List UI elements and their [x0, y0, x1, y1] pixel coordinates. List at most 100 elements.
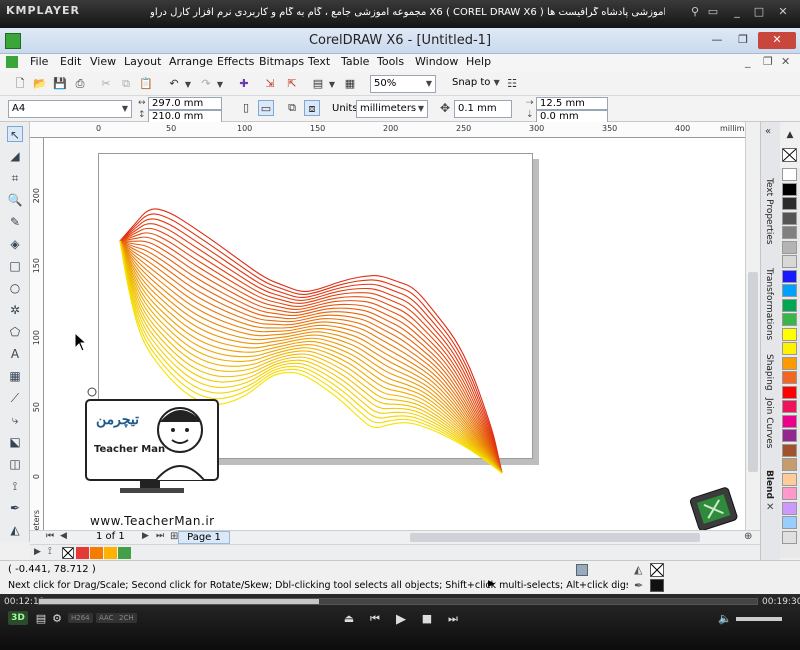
palette-swatch[interactable] [782, 385, 797, 399]
docker-tab-blend[interactable]: Blend [764, 470, 774, 499]
open-folder-icon[interactable]: 📂 [32, 76, 48, 92]
export-icon[interactable]: ⇱ [284, 76, 300, 92]
previous-page-icon[interactable]: ◀ [60, 531, 67, 541]
window-close-button[interactable]: ✕ [758, 32, 796, 49]
last-page-icon[interactable]: ⏭ [156, 531, 164, 541]
doc-palette-swatch[interactable] [76, 547, 89, 559]
snap-to-button[interactable]: Snap to ▼ [452, 77, 500, 88]
connector-tool-icon[interactable]: ⤷ [7, 412, 23, 428]
shape-tool-icon[interactable]: ◢ [7, 148, 23, 164]
window-restore-button[interactable]: ❐ [730, 32, 756, 49]
polygon-tool-icon[interactable]: ✲ [7, 302, 23, 318]
palette-swatch[interactable] [782, 211, 797, 225]
page-size-select[interactable]: A4 ▼ [8, 100, 132, 118]
palette-swatch[interactable] [782, 269, 797, 283]
palette-swatch[interactable] [782, 458, 797, 471]
palette-swatch[interactable] [782, 327, 797, 341]
save-icon[interactable]: 💾 [52, 76, 68, 92]
status-more-icon[interactable]: ▶ [488, 579, 495, 589]
palette-swatch[interactable] [782, 226, 797, 239]
palette-swatch[interactable] [782, 516, 797, 529]
page-width-input[interactable]: 297.0 mm [148, 97, 222, 110]
transparency-tool-icon[interactable]: ◫ [7, 456, 23, 472]
mdi-minimize-icon[interactable]: _ [745, 55, 751, 68]
palette-swatch[interactable] [782, 255, 797, 268]
search-content-icon[interactable]: ✚ [236, 76, 252, 92]
3d-badge[interactable]: 3D [8, 611, 28, 625]
doc-palette-swatch[interactable] [104, 547, 117, 559]
outline-pen-icon[interactable]: ✒ [7, 500, 23, 516]
player-minimize-button[interactable]: ▭ [706, 5, 720, 19]
doc-palette-swatch[interactable] [90, 547, 103, 559]
redo-dropdown-icon[interactable]: ▼ [212, 76, 228, 92]
palette-swatch[interactable] [782, 168, 797, 181]
seek-bar[interactable] [38, 598, 758, 605]
options-icon[interactable]: ☷ [504, 76, 520, 92]
zoom-tool-icon[interactable]: 🔍 [7, 192, 23, 208]
menu-tools[interactable]: Tools [377, 55, 404, 68]
landscape-icon[interactable]: ▭ [258, 100, 274, 116]
table-tool-icon[interactable]: ▦ [7, 368, 23, 384]
palette-swatch[interactable] [782, 356, 797, 370]
duplicate-distance-x-input[interactable]: 12.5 mm [536, 97, 608, 110]
palette-swatch[interactable] [782, 472, 797, 486]
palette-swatch[interactable] [782, 182, 797, 196]
palette-swatch[interactable] [782, 400, 797, 413]
next-track-icon[interactable]: ⏭ [444, 612, 462, 626]
docker-tab-join-curves[interactable]: Join Curves [764, 398, 774, 448]
previous-track-icon[interactable]: ⏮ [366, 612, 384, 626]
stop-icon[interactable]: ■ [418, 612, 436, 625]
eyedropper-tool-icon[interactable]: ⟟ [7, 478, 23, 494]
volume-icon[interactable]: 🔈 [716, 612, 734, 625]
undo-dropdown-icon[interactable]: ▼ [180, 76, 196, 92]
vertical-scrollbar[interactable] [745, 122, 760, 542]
ellipse-tool-icon[interactable]: ○ [7, 280, 23, 296]
palette-swatch[interactable] [782, 240, 797, 254]
first-page-icon[interactable]: ⏮ [46, 531, 54, 541]
menu-bitmaps[interactable]: Bitmaps [259, 55, 304, 68]
print-icon[interactable]: ⎙ [72, 76, 88, 92]
palette-swatch[interactable] [782, 284, 797, 297]
crop-tool-icon[interactable]: ⌗ [7, 170, 23, 186]
palette-swatch[interactable] [782, 530, 797, 544]
zoom-level-select[interactable]: 50% ▼ [370, 75, 436, 93]
play-icon[interactable]: ▶ [392, 612, 410, 627]
new-document-icon[interactable]: 🗋 [12, 76, 28, 92]
player-maximize-button[interactable]: □ [752, 5, 766, 19]
pick-tool-icon[interactable]: ↖ [7, 126, 23, 142]
blend-tool-icon[interactable]: ⬕ [7, 434, 23, 450]
portrait-icon[interactable]: ▯ [238, 100, 254, 116]
palette-swatch[interactable] [782, 371, 797, 384]
menu-file[interactable]: File [30, 55, 48, 68]
doc-palette-no-color-swatch[interactable] [62, 547, 74, 559]
palette-menu-icon[interactable]: ▶ [34, 547, 41, 557]
zoom-navigator-icon[interactable]: ⊕ [744, 531, 752, 542]
menu-view[interactable]: View [90, 55, 116, 68]
palette-swatch[interactable] [782, 443, 797, 457]
paste-icon[interactable]: 📋 [138, 76, 154, 92]
current-page-icon[interactable]: ⧈ [304, 100, 320, 116]
drawing-canvas[interactable]: تیچرمن Teacher Man www.TeacherMan.ir [44, 138, 760, 540]
window-minimize-button[interactable]: — [704, 32, 730, 49]
welcome-screen-icon[interactable]: ▦ [342, 76, 358, 92]
menu-window[interactable]: Window [415, 55, 458, 68]
smart-fill-icon[interactable]: ◈ [7, 236, 23, 252]
menu-text[interactable]: Text [308, 55, 330, 68]
copy-icon[interactable]: ⧉ [118, 76, 134, 92]
page-tab-1[interactable]: Page 1 [178, 531, 230, 544]
dimension-tool-icon[interactable]: ⟋ [7, 390, 23, 406]
rectangle-tool-icon[interactable]: □ [7, 258, 23, 274]
menu-edit[interactable]: Edit [60, 55, 81, 68]
fill-none-swatch[interactable] [650, 563, 664, 577]
freehand-tool-icon[interactable]: ✎ [7, 214, 23, 230]
basic-shapes-icon[interactable]: ⬠ [7, 324, 23, 340]
document-icon[interactable] [6, 56, 18, 68]
menu-help[interactable]: Help [466, 55, 491, 68]
palette-scroll-up-icon[interactable]: ▲ [780, 130, 800, 146]
menu-layout[interactable]: Layout [124, 55, 161, 68]
color-proof-icon[interactable] [576, 564, 588, 576]
outline-black-swatch[interactable] [650, 579, 664, 592]
player-minimize-icon[interactable]: _ [730, 5, 744, 19]
palette-swatch[interactable] [782, 197, 797, 210]
eyedropper-icon[interactable]: ⟟ [48, 546, 52, 557]
